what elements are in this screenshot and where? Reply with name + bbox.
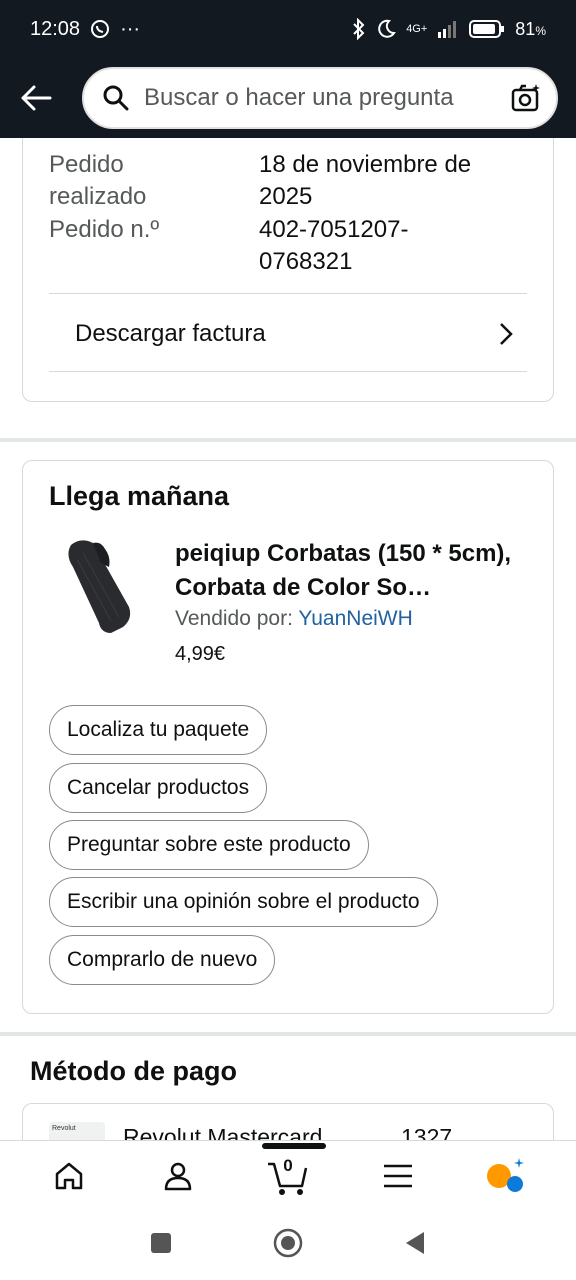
seller-link[interactable]: YuanNeiWH: [298, 607, 412, 630]
app-header: Buscar o hacer una pregunta: [0, 58, 576, 138]
battery-icon: [469, 20, 505, 38]
order-placed-value: 18 de noviembre de 2025: [259, 151, 472, 210]
signal-icon: [437, 20, 459, 38]
download-invoice-row[interactable]: Descargar factura: [49, 295, 527, 373]
divider: [49, 371, 527, 372]
card-last-digits: 1327: [401, 1124, 453, 1140]
recent-apps-button[interactable]: [150, 1232, 172, 1259]
search-bar[interactable]: Buscar o hacer una pregunta: [82, 67, 558, 129]
do-not-disturb-moon-icon: [376, 19, 397, 39]
network-type: 4G+: [406, 22, 428, 35]
buy-again-button[interactable]: Comprarlo de nuevo: [49, 935, 276, 985]
divider: [49, 293, 527, 294]
chevron-right-icon: [499, 322, 513, 346]
bottom-navigation: 0: [0, 1140, 576, 1210]
download-invoice-label: Descargar factura: [75, 320, 266, 347]
seller-line: Vendido por: YuanNeiWH: [175, 607, 413, 631]
product-title-link[interactable]: peiqiup Corbatas (150 * 5cm), Corbata de…: [175, 537, 535, 605]
home-system-button[interactable]: [273, 1228, 303, 1263]
active-tab-indicator: [261, 1142, 326, 1149]
nav-account[interactable]: [148, 1146, 208, 1206]
back-button[interactable]: [18, 80, 54, 116]
home-icon: [55, 1162, 83, 1189]
nav-menu[interactable]: [368, 1146, 428, 1206]
nav-cart[interactable]: 0: [258, 1142, 326, 1206]
order-number-value: 402-7051207-0768321: [259, 216, 409, 275]
order-number-label: Pedido n.º: [49, 216, 160, 243]
cancel-items-button[interactable]: Cancelar productos: [49, 763, 268, 813]
status-more-dots: ···: [120, 17, 141, 40]
delivery-status-title: Llega mañana: [49, 481, 230, 511]
circle-icon: [273, 1228, 303, 1257]
triangle-back-icon: [405, 1231, 424, 1254]
battery-percent: 81%: [515, 18, 546, 39]
payment-method-title: Método de pago: [30, 1056, 237, 1086]
bluetooth-icon: [352, 18, 366, 40]
card-thumbnail: Revolut: [49, 1122, 105, 1140]
status-bar: 12:08 ··· 4G+ 81%: [0, 0, 576, 58]
system-navigation-bar: [0, 1210, 576, 1280]
seller-label: Vendido por:: [175, 607, 299, 630]
section-separator: [0, 438, 576, 442]
order-details-content[interactable]: Pedido realizado 18 de noviembre de 2025…: [0, 138, 576, 1140]
nav-rufus[interactable]: [477, 1146, 537, 1206]
nav-home[interactable]: [39, 1146, 99, 1206]
product-price: 4,99€: [175, 643, 226, 665]
search-icon: [103, 85, 129, 111]
write-product-review-button[interactable]: Escribir una opinión sobre el producto: [49, 877, 438, 927]
search-placeholder[interactable]: Buscar o hacer una pregunta: [144, 84, 510, 112]
card-name: Revolut Mastercard: [123, 1124, 323, 1140]
section-separator: [0, 1032, 576, 1036]
whatsapp-icon: [90, 19, 110, 39]
account-icon: [165, 1162, 192, 1190]
rufus-icon: [487, 1157, 525, 1192]
back-arrow-icon: [21, 85, 52, 111]
track-package-button[interactable]: Localiza tu paquete: [49, 705, 268, 755]
order-placed-label: Pedido realizado: [49, 151, 147, 210]
camera-search-icon[interactable]: [510, 82, 542, 114]
back-system-button[interactable]: [404, 1230, 426, 1261]
order-info-card: Pedido realizado 18 de noviembre de 2025…: [22, 138, 554, 402]
product-image[interactable]: [51, 537, 141, 637]
square-icon: [151, 1232, 172, 1253]
shipment-card: Llega mañana peiqiup Corbatas (150 * 5cm…: [22, 460, 554, 1014]
ask-product-question-button[interactable]: Preguntar sobre este producto: [49, 820, 369, 870]
cart-count: 0: [283, 1155, 293, 1175]
payment-method-card[interactable]: Revolut Revolut Mastercard 1327: [22, 1103, 554, 1140]
status-time: 12:08: [30, 17, 81, 40]
menu-icon: [383, 1164, 412, 1187]
